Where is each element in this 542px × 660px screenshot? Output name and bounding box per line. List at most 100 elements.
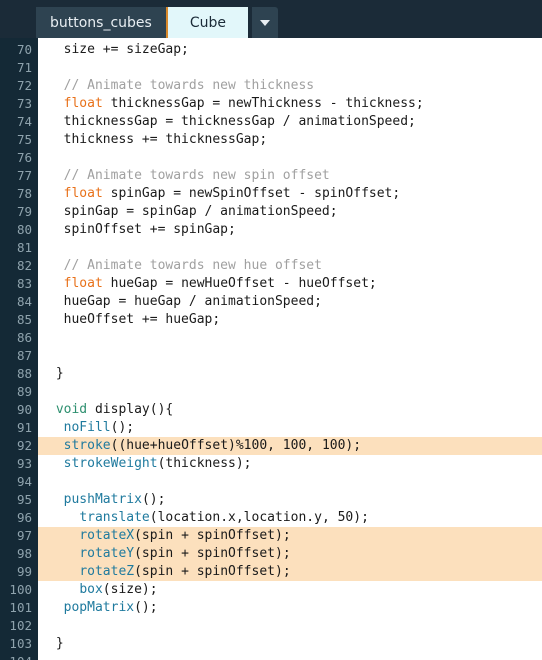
code-line[interactable] bbox=[38, 239, 542, 257]
code-line[interactable]: spinOffset += spinGap; bbox=[38, 221, 542, 239]
code-token: (spin + spinOffset); bbox=[134, 564, 291, 579]
code-line[interactable]: size += sizeGap; bbox=[38, 41, 542, 59]
code-token: spinOffset += spinGap; bbox=[48, 222, 236, 237]
code-line[interactable]: // Animate towards new thickness bbox=[38, 77, 542, 95]
line-number: 103 bbox=[9, 636, 32, 651]
code-line[interactable] bbox=[38, 149, 542, 167]
code-token: // Animate towards new spin offset bbox=[48, 168, 330, 183]
code-line[interactable]: noFill(); bbox=[38, 419, 542, 437]
line-number: 85 bbox=[16, 312, 32, 327]
code-token: stroke bbox=[63, 438, 111, 453]
line-number-gutter: 70 71 72 73 74 75 76 77 78 79 80 81 82 83 84 85 86 87 88 89… bbox=[0, 38, 38, 660]
code-line[interactable]: translate(location.x,location.y, 50); bbox=[38, 509, 542, 527]
code-token: translate bbox=[79, 510, 150, 525]
code-line[interactable]: strokeWeight(thickness); bbox=[38, 455, 542, 473]
code-line[interactable]: box(size); bbox=[38, 581, 542, 599]
code-line-highlighted[interactable]: rotateY(spin + spinOffset); bbox=[38, 545, 542, 563]
line-number: 94 bbox=[16, 474, 32, 489]
code-token: hueGap = newHueOffset - hueOffset; bbox=[102, 276, 377, 291]
code-line[interactable]: void display(){ bbox=[38, 401, 542, 419]
tab-cube[interactable]: Cube bbox=[167, 7, 248, 38]
code-token: popMatrix bbox=[63, 600, 135, 615]
code-token: rotateZ bbox=[79, 564, 135, 579]
line-number: 98 bbox=[16, 546, 32, 561]
line-number: 101 bbox=[9, 600, 32, 615]
code-token: thicknessGap = newThickness - thickness; bbox=[102, 96, 424, 111]
line-number: 90 bbox=[16, 402, 32, 417]
code-line[interactable] bbox=[38, 329, 542, 347]
line-number: 97 bbox=[16, 528, 32, 543]
code-line[interactable]: popMatrix(); bbox=[38, 599, 542, 617]
code-editor-window: buttons_cubes Cube 70 71 72 73 74 75 76 77 78 79 8… bbox=[0, 0, 542, 660]
code-line[interactable]: float hueGap = newHueOffset - hueOffset; bbox=[38, 275, 542, 293]
code-line[interactable]: hueOffset += hueGap; bbox=[38, 311, 542, 329]
code-line[interactable]: spinGap = spinGap / animationSpeed; bbox=[38, 203, 542, 221]
code-line[interactable]: float spinGap = newSpinOffset - spinOffs… bbox=[38, 185, 542, 203]
code-token: size += sizeGap; bbox=[48, 42, 189, 57]
line-number: 71 bbox=[16, 60, 32, 75]
line-number: 80 bbox=[16, 222, 32, 237]
code-line[interactable]: hueGap = hueGap / animationSpeed; bbox=[38, 293, 542, 311]
line-number: 77 bbox=[16, 168, 32, 183]
code-line-highlighted[interactable]: stroke((hue+hueOffset)%100, 100, 100); bbox=[38, 437, 542, 455]
line-number: 73 bbox=[16, 96, 32, 111]
line-number: 79 bbox=[16, 204, 32, 219]
code-token: float bbox=[63, 186, 103, 201]
code-token: spinGap = newSpinOffset - spinOffset; bbox=[102, 186, 401, 201]
code-token: strokeWeight bbox=[63, 456, 158, 471]
code-token: rotateY bbox=[79, 546, 135, 561]
code-token: (thickness); bbox=[157, 456, 252, 471]
line-number: 72 bbox=[16, 78, 32, 93]
code-line[interactable] bbox=[38, 383, 542, 401]
code-token: (); bbox=[110, 420, 135, 435]
code-line[interactable]: thickness += thicknessGap; bbox=[38, 131, 542, 149]
code-token: (); bbox=[134, 600, 158, 615]
code-line[interactable]: } bbox=[38, 365, 542, 383]
code-line[interactable]: float thicknessGap = newThickness - thic… bbox=[38, 95, 542, 113]
code-token: } bbox=[48, 366, 64, 381]
code-line[interactable] bbox=[38, 59, 542, 77]
line-number: 89 bbox=[16, 384, 32, 399]
code-token: (size); bbox=[102, 582, 158, 597]
code-line[interactable] bbox=[38, 653, 542, 660]
code-token: ((hue+hueOffset)%100, 100, 100); bbox=[110, 438, 362, 453]
chevron-down-icon bbox=[260, 19, 270, 26]
code-line[interactable]: } bbox=[38, 635, 542, 653]
code-token: float bbox=[63, 96, 103, 111]
code-line[interactable]: // Animate towards new hue offset bbox=[38, 257, 542, 275]
line-number: 99 bbox=[16, 564, 32, 579]
code-line[interactable] bbox=[38, 473, 542, 491]
code-line-highlighted[interactable]: rotateZ(spin + spinOffset); bbox=[38, 563, 542, 581]
line-number: 76 bbox=[16, 150, 32, 165]
code-token: (spin + spinOffset); bbox=[134, 528, 291, 543]
code-line[interactable] bbox=[38, 347, 542, 365]
code-line[interactable]: // Animate towards new spin offset bbox=[38, 167, 542, 185]
code-token: hueGap = hueGap / animationSpeed; bbox=[48, 294, 322, 309]
code-line[interactable]: thicknessGap = thicknessGap / animationS… bbox=[38, 113, 542, 131]
code-line[interactable]: pushMatrix(); bbox=[38, 491, 542, 509]
code-line[interactable] bbox=[38, 617, 542, 635]
tab-overflow-menu-button[interactable] bbox=[252, 7, 278, 38]
code-token: // Animate towards new thickness bbox=[48, 78, 315, 93]
code-token: (); bbox=[141, 492, 166, 507]
line-number: 96 bbox=[16, 510, 32, 525]
tab-label: Cube bbox=[189, 14, 226, 31]
code-line-highlighted[interactable]: rotateX(spin + spinOffset); bbox=[38, 527, 542, 545]
line-number: 104 bbox=[0, 653, 32, 660]
code-content[interactable]: size += sizeGap; // Animate towards new … bbox=[38, 38, 542, 660]
tab-buttons-cubes[interactable]: buttons_cubes bbox=[36, 7, 168, 38]
code-token: pushMatrix bbox=[63, 492, 142, 507]
code-token: hueOffset += hueGap; bbox=[48, 312, 221, 327]
line-number: 91 bbox=[16, 420, 32, 435]
line-number: 93 bbox=[16, 456, 32, 471]
